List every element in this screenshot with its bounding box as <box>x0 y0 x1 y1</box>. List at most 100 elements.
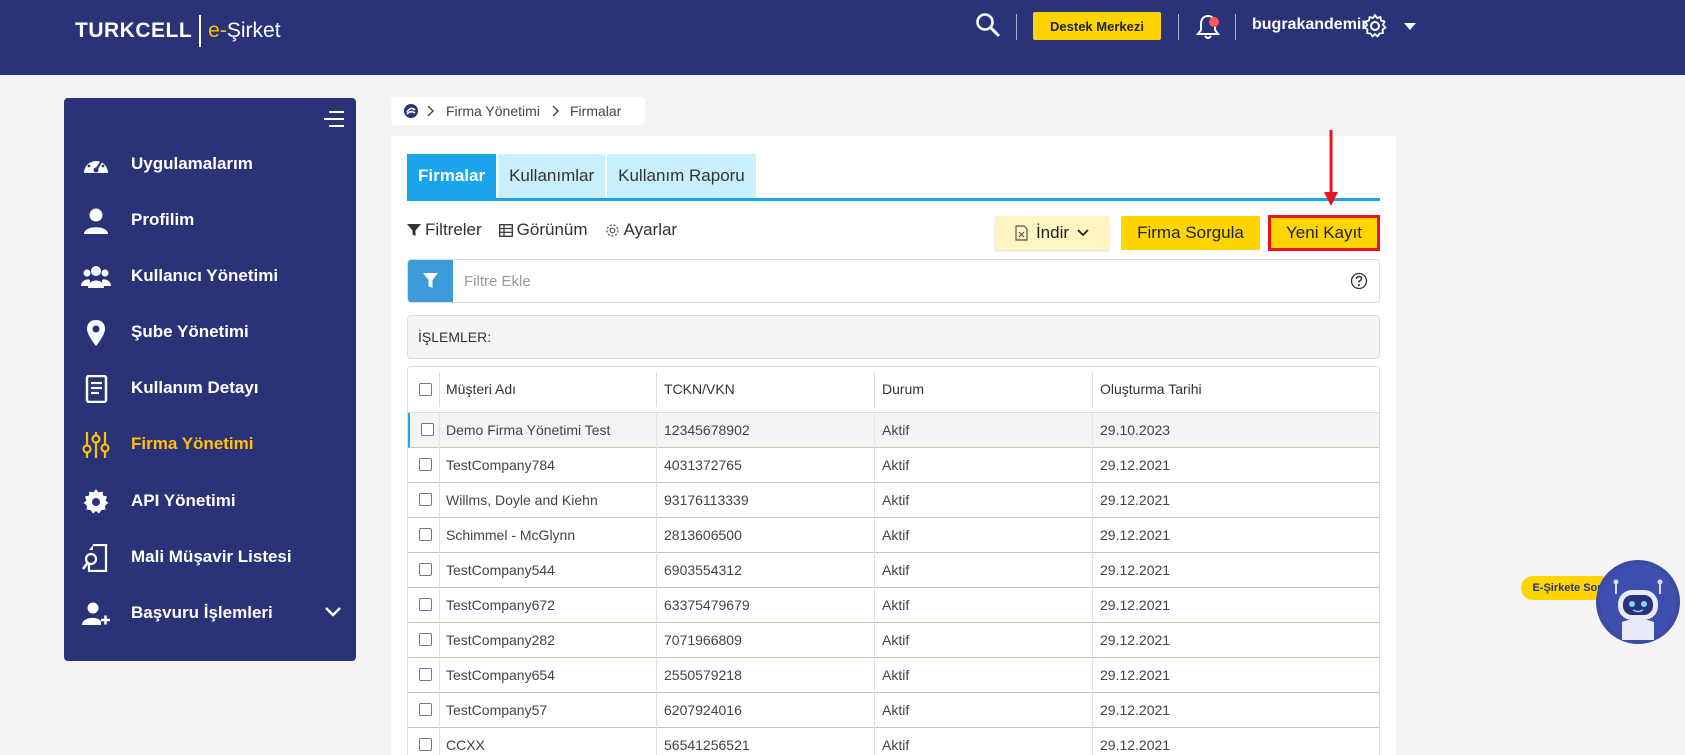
table-grid-icon <box>498 223 513 237</box>
tab-firmalar[interactable]: Firmalar <box>407 154 497 198</box>
sidebar-item-label: Uygulamalarım <box>131 154 253 173</box>
new-record-button[interactable]: Yeni Kayıt <box>1268 215 1380 251</box>
cell-divider <box>1092 623 1093 658</box>
status-cell: Aktif <box>882 492 910 508</box>
cell-divider <box>1092 518 1093 553</box>
chatbot-avatar[interactable] <box>1596 560 1680 644</box>
row-checkbox[interactable] <box>419 563 432 576</box>
table-row[interactable]: TestCompany57 6207924016 Aktif 29.12.2021 <box>408 693 1379 728</box>
select-all-checkbox[interactable] <box>419 383 432 396</box>
users-icon <box>81 266 111 288</box>
support-center-button[interactable]: Destek Merkezi <box>1033 12 1161 40</box>
sidebar-item-firma-yonetimi[interactable]: Firma Yönetimi <box>64 419 356 469</box>
sidebar-item-mali-musavir-listesi[interactable]: Mali Müşavir Listesi <box>64 532 356 582</box>
cell-divider <box>874 413 875 448</box>
chevron-down-icon[interactable] <box>324 606 342 618</box>
column-header-status[interactable]: Durum <box>882 381 924 397</box>
filter-input[interactable]: Filtre Ekle <box>464 273 531 290</box>
company-query-button[interactable]: Firma Sorgula <box>1121 216 1260 250</box>
table-row[interactable]: CCXX 56541256521 Aktif 29.12.2021 <box>408 728 1379 755</box>
filter-button[interactable] <box>408 260 453 302</box>
settings-gear-icon[interactable] <box>1362 13 1388 39</box>
cell-divider <box>1092 413 1093 448</box>
tckn-vkn-cell: 63375479679 <box>664 597 750 613</box>
cell-divider <box>656 448 657 483</box>
status-cell: Aktif <box>882 527 910 543</box>
cell-divider <box>439 693 440 728</box>
view-label: Görünüm <box>516 220 588 239</box>
tckn-vkn-cell: 93176113339 <box>664 492 749 508</box>
tckn-vkn-cell: 12345678902 <box>664 422 750 438</box>
column-header-created-date[interactable]: Oluşturma Tarihi <box>1100 381 1202 397</box>
tab-kullanim-raporu[interactable]: Kullanım Raporu <box>607 154 756 198</box>
row-checkbox[interactable] <box>419 633 432 646</box>
search-icon[interactable] <box>975 12 1001 38</box>
status-cell: Aktif <box>882 562 910 578</box>
row-checkbox[interactable] <box>419 458 432 471</box>
status-cell: Aktif <box>882 597 910 613</box>
gear-icon <box>83 489 109 514</box>
table-row[interactable]: TestCompany784 4031372765 Aktif 29.12.2021 <box>408 448 1379 483</box>
column-header-customer-name[interactable]: Müşteri Adı <box>446 381 516 397</box>
user-icon <box>84 208 108 234</box>
row-checkbox[interactable] <box>421 423 434 436</box>
sidebar-item-profilim[interactable]: Profilim <box>64 195 356 245</box>
home-icon[interactable] <box>403 103 419 119</box>
cell-divider <box>874 518 875 553</box>
tab-kullanimlar[interactable]: Kullanımlar <box>498 154 606 198</box>
sidebar-item-label: Mali Müşavir Listesi <box>131 547 292 566</box>
table-body: Demo Firma Yönetimi Test 12345678902 Aktif… <box>408 413 1379 755</box>
created-date-cell: 29.12.2021 <box>1100 597 1171 613</box>
column-divider <box>874 373 875 407</box>
menu-collapse-icon[interactable] <box>323 110 345 128</box>
row-checkbox[interactable] <box>419 528 432 541</box>
created-date-cell: 29.12.2021 <box>1100 562 1171 578</box>
main-panel: Firmalar Kullanımlar Kullanım Raporu Fil… <box>391 136 1396 755</box>
row-checkbox[interactable] <box>419 668 432 681</box>
cell-divider <box>1092 448 1093 483</box>
cell-divider <box>439 483 440 518</box>
row-checkbox[interactable] <box>419 703 432 716</box>
excel-file-icon <box>1015 225 1028 241</box>
header-divider <box>1178 14 1179 40</box>
chevron-down-icon <box>1077 229 1089 237</box>
cell-divider <box>439 448 440 483</box>
sidebar-item-kullanici-yonetimi[interactable]: Kullanıcı Yönetimi <box>64 251 356 301</box>
turkcell-logo[interactable]: TURKCELL e-Şirket <box>75 14 281 48</box>
download-button[interactable]: İndir <box>995 216 1109 250</box>
sidebar-item-basvuru-islemleri[interactable]: Başvuru İşlemleri <box>64 588 356 638</box>
cell-divider <box>1092 693 1093 728</box>
row-checkbox[interactable] <box>419 738 432 751</box>
table-row[interactable]: TestCompany544 6903554312 Aktif 29.12.2021 <box>408 553 1379 588</box>
table-row[interactable]: Schimmel - McGlynn 2813606500 Aktif 29.12.2… <box>408 518 1379 553</box>
cell-divider <box>439 658 440 693</box>
cell-divider <box>439 623 440 658</box>
notification-badge <box>1209 17 1219 27</box>
column-header-tckn-vkn[interactable]: TCKN/VKN <box>664 381 735 397</box>
status-cell: Aktif <box>882 422 910 438</box>
sidebar-item-api-yonetimi[interactable]: API Yönetimi <box>64 476 356 526</box>
breadcrumb-item-firma-yonetimi[interactable]: Firma Yönetimi <box>446 103 540 119</box>
row-checkbox[interactable] <box>419 598 432 611</box>
sidebar-item-kullanim-detayi[interactable]: Kullanım Detayı <box>64 363 356 413</box>
sidebar-item-uygulamalarim[interactable]: Uygulamalarım <box>64 139 356 189</box>
customer-name-cell: TestCompany282 <box>446 632 555 648</box>
user-menu-caret-icon[interactable] <box>1404 23 1416 30</box>
table-row[interactable]: Willms, Doyle and Kiehn 93176113339 Aktif 2… <box>408 483 1379 518</box>
username[interactable]: bugrakandemir <box>1252 16 1368 34</box>
sidebar-item-sube-yonetimi[interactable]: Şube Yönetimi <box>64 307 356 357</box>
cell-divider <box>656 553 657 588</box>
table-row[interactable]: TestCompany672 63375479679 Aktif 29.12.2021 <box>408 588 1379 623</box>
table-row[interactable]: TestCompany282 7071966809 Aktif 29.12.2021 <box>408 623 1379 658</box>
cog-icon <box>605 223 619 237</box>
funnel-icon <box>407 224 421 236</box>
companies-table: Müşteri Adı TCKN/VKN Durum Oluşturma Tar… <box>407 366 1380 755</box>
table-row[interactable]: Demo Firma Yönetimi Test 12345678902 Aktif… <box>408 413 1379 448</box>
customer-name-cell: Schimmel - McGlynn <box>446 527 576 543</box>
settings-link[interactable]: Ayarlar <box>605 220 677 240</box>
row-checkbox[interactable] <box>419 493 432 506</box>
view-link[interactable]: Görünüm <box>498 220 588 240</box>
filters-link[interactable]: Filtreler <box>407 220 482 240</box>
help-icon[interactable] <box>1350 272 1368 290</box>
table-row[interactable]: TestCompany654 2550579218 Aktif 29.12.2021 <box>408 658 1379 693</box>
